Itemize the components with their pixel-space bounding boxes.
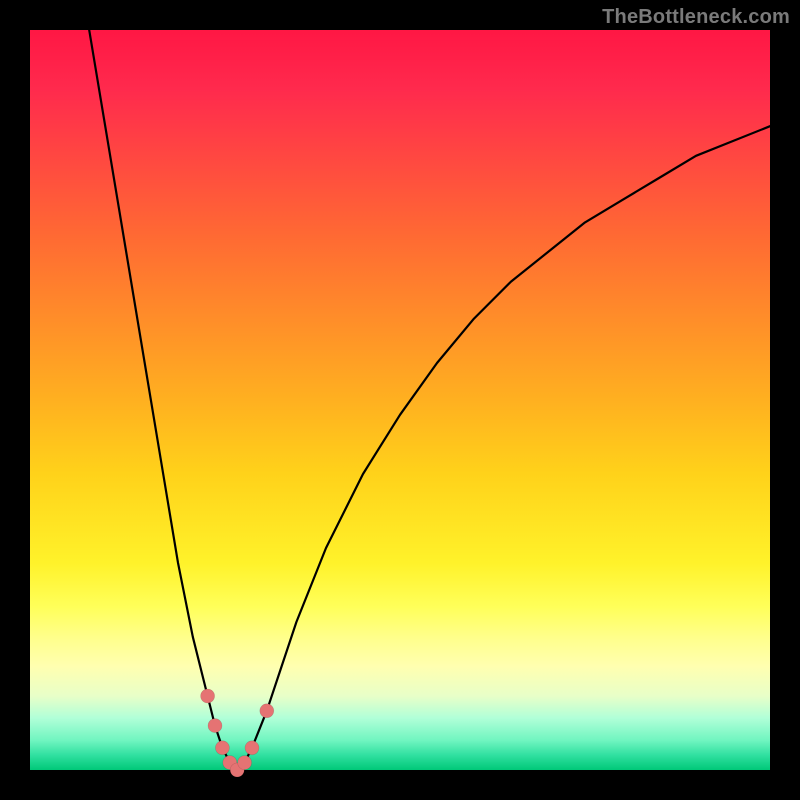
- data-point: [201, 689, 215, 703]
- watermark-text: TheBottleneck.com: [602, 6, 790, 29]
- plot-area: [30, 30, 770, 770]
- marker-group: [201, 689, 274, 777]
- data-point: [260, 704, 274, 718]
- data-point: [208, 719, 222, 733]
- data-point: [215, 741, 229, 755]
- chart-frame: TheBottleneck.com: [0, 0, 800, 800]
- bottleneck-curve: [89, 30, 770, 770]
- data-point: [245, 741, 259, 755]
- data-point: [238, 756, 252, 770]
- chart-svg: [30, 30, 770, 770]
